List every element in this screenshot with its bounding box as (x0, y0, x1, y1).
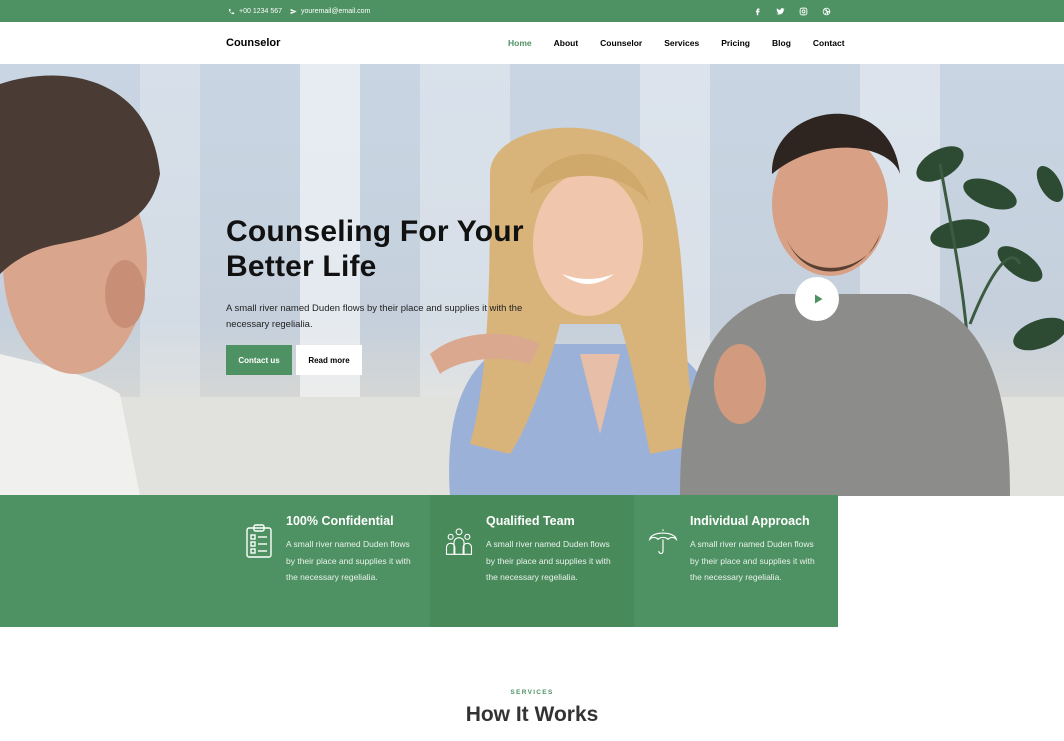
instagram-icon[interactable] (798, 6, 808, 16)
feature-text: A small river named Duden flows by their… (286, 539, 411, 582)
nav-services[interactable]: Services (664, 38, 699, 48)
feature-individual-approach: Individual Approach A small river named … (634, 495, 838, 627)
feature-text: A small river named Duden flows by their… (486, 539, 611, 582)
hero-title-line2: Better Life (226, 250, 377, 283)
hero-description: A small river named Duden flows by their… (226, 303, 523, 330)
features-section: 100% Confidential A small river named Du… (0, 495, 838, 627)
play-video-button[interactable] (795, 277, 839, 321)
services-label: SERVICES (510, 689, 554, 696)
man-illustration (680, 113, 1010, 496)
counselor-figure-illustration (0, 75, 160, 496)
nav-contact[interactable]: Contact (813, 38, 845, 48)
feature-text: A small river named Duden flows by their… (690, 539, 815, 582)
paper-plane-icon (290, 8, 297, 14)
nav-blog[interactable]: Blog (772, 38, 791, 48)
clipboard-checklist-icon (244, 523, 274, 559)
feature-title: Qualified Team (486, 514, 575, 528)
dribbble-icon[interactable] (821, 6, 831, 16)
hero-section: Counseling For Your Better Life A small … (0, 64, 1064, 496)
twitter-icon[interactable] (775, 6, 785, 16)
nav-counselor[interactable]: Counselor (600, 38, 642, 48)
navbar: Counselor Home About Counselor Services … (0, 22, 1064, 64)
top-contact: +00 1234 567 youremail@email.com (228, 0, 370, 22)
read-more-button[interactable]: Read more (296, 345, 362, 375)
phone-icon (228, 8, 235, 14)
top-bar: +00 1234 567 youremail@email.com (0, 0, 1064, 22)
email-contact[interactable]: youremail@email.com (290, 8, 370, 15)
feature-qualified-team: Qualified Team A small river named Duden… (430, 495, 634, 627)
nav-about[interactable]: About (554, 38, 579, 48)
hero-title: Counseling For Your Better Life (226, 214, 524, 284)
phone-text: +00 1234 567 (239, 7, 283, 15)
team-icon (444, 523, 474, 559)
email-text: youremail@email.com (301, 7, 371, 15)
facebook-icon[interactable] (752, 6, 762, 16)
feature-title: Individual Approach (690, 514, 810, 528)
umbrella-icon (648, 523, 678, 559)
hero-title-line1: Counseling For Your (226, 215, 524, 248)
brand-logo[interactable]: Counselor (226, 22, 280, 64)
services-title: How It Works (465, 703, 599, 726)
main-menu: Home About Counselor Services Pricing Bl… (508, 22, 845, 64)
feature-title: 100% Confidential (286, 514, 394, 528)
play-icon (815, 294, 823, 304)
phone-contact[interactable]: +00 1234 567 (228, 8, 282, 15)
social-links (752, 0, 831, 22)
contact-us-button[interactable]: Contact us (226, 345, 292, 375)
nav-pricing[interactable]: Pricing (721, 38, 750, 48)
nav-home[interactable]: Home (508, 38, 532, 48)
feature-confidential: 100% Confidential A small river named Du… (230, 495, 430, 627)
